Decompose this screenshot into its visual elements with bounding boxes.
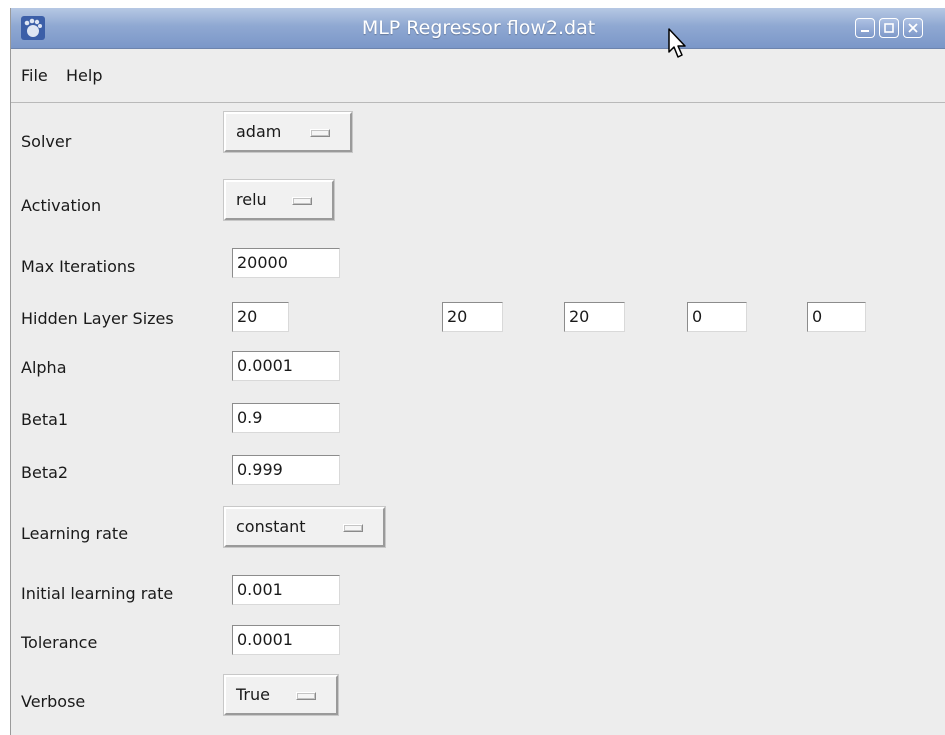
verbose-value: True [236, 685, 270, 704]
maximize-button[interactable] [879, 18, 899, 38]
learning-rate-option-menu[interactable]: constant [223, 506, 386, 548]
option-menu-indicator-icon [296, 692, 316, 700]
initial-learning-rate-field[interactable]: 0.001 [232, 575, 340, 605]
learning-rate-label: Learning rate [21, 524, 129, 543]
mouse-pointer-icon [668, 28, 686, 58]
menu-help[interactable]: Help [66, 66, 102, 85]
activation-option-menu[interactable]: relu [223, 179, 335, 221]
solver-label: Solver [21, 132, 72, 151]
learning-rate-value: constant [236, 517, 306, 536]
activation-label: Activation [21, 196, 102, 215]
beta2-label: Beta2 [21, 463, 69, 482]
hidden-layer-size-3-field[interactable]: 20 [564, 302, 625, 332]
window-title: MLP Regressor flow2.dat [361, 17, 596, 39]
hidden-layer-size-4-field[interactable]: 0 [687, 302, 747, 332]
verbose-label: Verbose [21, 692, 86, 711]
max-iterations-field[interactable]: 20000 [232, 248, 340, 278]
mlp-regressor-window: MLP Regressor flow2.dat File Help Solver… [10, 8, 945, 735]
max-iterations-label: Max Iterations [21, 257, 136, 276]
alpha-field[interactable]: 0.0001 [232, 351, 340, 381]
menu-file[interactable]: File [21, 66, 48, 85]
minimize-icon [861, 30, 869, 32]
beta1-label: Beta1 [21, 410, 69, 429]
solver-option-menu[interactable]: adam [223, 111, 353, 153]
beta2-field[interactable]: 0.999 [232, 455, 340, 485]
hidden-layer-size-5-field[interactable]: 0 [807, 302, 866, 332]
hidden-layer-size-1-field[interactable]: 20 [232, 302, 289, 332]
minimize-button[interactable] [855, 18, 875, 38]
close-icon [908, 23, 918, 33]
option-menu-indicator-icon [292, 197, 312, 205]
menu-bar: File Help [11, 49, 945, 103]
solver-value: adam [236, 122, 282, 141]
alpha-label: Alpha [21, 358, 67, 377]
tolerance-label: Tolerance [21, 633, 98, 652]
beta1-field[interactable]: 0.9 [232, 403, 340, 433]
initial-learning-rate-label: Initial learning rate [21, 584, 174, 603]
option-menu-indicator-icon [343, 524, 363, 532]
close-button[interactable] [903, 18, 923, 38]
verbose-option-menu[interactable]: True [223, 674, 339, 716]
maximize-icon [884, 23, 894, 33]
hidden-layer-sizes-label: Hidden Layer Sizes [21, 309, 174, 328]
tolerance-field[interactable]: 0.0001 [232, 625, 340, 655]
hidden-layer-size-2-field[interactable]: 20 [442, 302, 503, 332]
title-bar[interactable]: MLP Regressor flow2.dat [11, 8, 945, 49]
activation-value: relu [236, 190, 267, 209]
option-menu-indicator-icon [310, 129, 330, 137]
